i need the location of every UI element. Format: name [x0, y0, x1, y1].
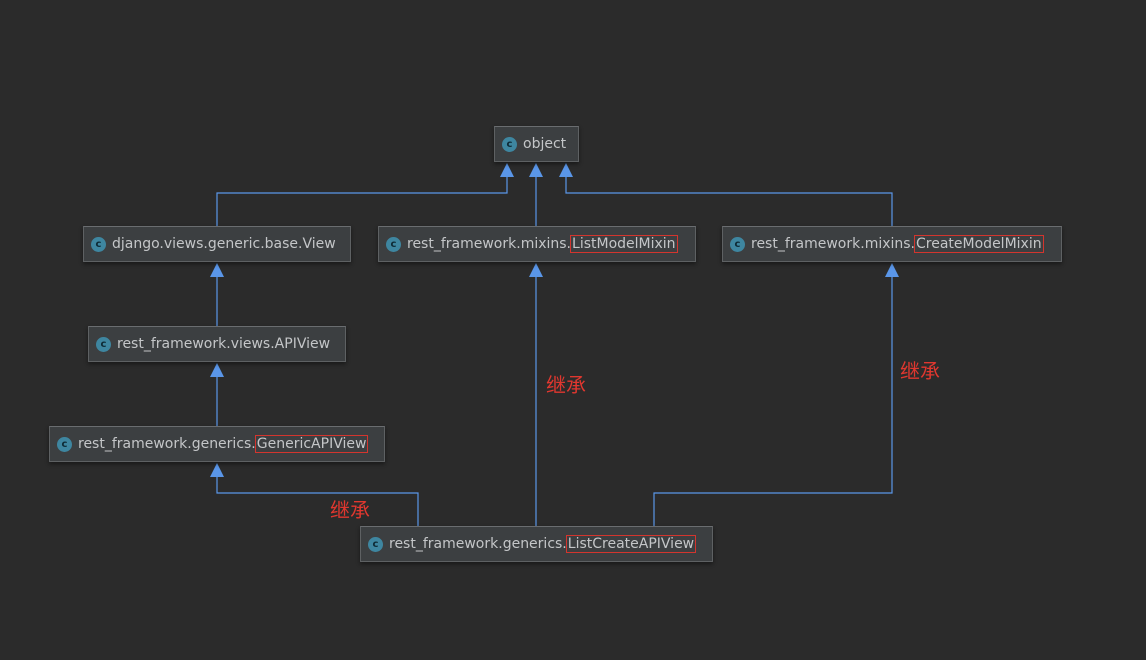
node-label-prefix: rest_framework.generics. — [389, 536, 567, 552]
arrowhead-createmodelmixin — [885, 263, 899, 277]
highlighted-class-name: GenericAPIView — [254, 435, 369, 453]
class-icon: c — [57, 436, 72, 452]
arrowhead-object-right — [559, 163, 573, 177]
node-label-prefix: rest_framework.generics. — [78, 436, 256, 452]
class-hierarchy-diagram: c object c django.views.generic.base.Vie… — [0, 0, 1146, 660]
arrowhead-view — [210, 263, 224, 277]
annotation-inherit-right: 继承 — [900, 359, 940, 383]
highlighted-class-name: CreateModelMixin — [914, 235, 1044, 253]
class-icon: c — [502, 136, 517, 152]
node-label-prefix: rest_framework.mixins. — [407, 236, 572, 252]
node-label: django.views.generic.base.View — [112, 236, 336, 252]
node-label: rest_framework.views.APIView — [117, 336, 331, 352]
class-icon: c — [730, 236, 745, 252]
annotation-inherit-left: 继承 — [330, 498, 370, 522]
node-object[interactable]: c object — [494, 126, 579, 162]
node-list-model-mixin[interactable]: c rest_framework.mixins. ListModelMixin — [378, 226, 696, 262]
arrowhead-object-center — [529, 163, 543, 177]
arrowhead-genericapiview — [210, 463, 224, 477]
class-icon: c — [368, 536, 383, 552]
arrowhead-apiview — [210, 363, 224, 377]
class-icon: c — [386, 236, 401, 252]
node-list-create-api-view[interactable]: c rest_framework.generics. ListCreateAPIV… — [360, 526, 713, 562]
arrowhead-object-left — [500, 163, 514, 177]
node-label-prefix: rest_framework.mixins. — [751, 236, 916, 252]
highlighted-class-name: ListCreateAPIView — [565, 535, 697, 553]
arrowhead-listmodelmixin — [529, 263, 543, 277]
edge-createmodelmixin-to-object — [565, 175, 893, 226]
class-icon: c — [91, 236, 106, 252]
edge-listcreate-to-genericapiview — [216, 475, 419, 526]
highlighted-class-name: ListModelMixin — [570, 235, 678, 253]
node-generic-api-view[interactable]: c rest_framework.generics. GenericAPIView — [49, 426, 385, 462]
edge-listcreate-to-createmodelmixin — [653, 275, 893, 526]
class-icon: c — [96, 336, 111, 352]
annotation-inherit-middle: 继承 — [546, 373, 586, 397]
edge-view-to-object — [216, 175, 508, 226]
node-create-model-mixin[interactable]: c rest_framework.mixins. CreateModelMixin — [722, 226, 1062, 262]
node-api-view[interactable]: c rest_framework.views.APIView — [88, 326, 346, 362]
node-label: object — [523, 136, 567, 152]
node-django-view[interactable]: c django.views.generic.base.View — [83, 226, 351, 262]
